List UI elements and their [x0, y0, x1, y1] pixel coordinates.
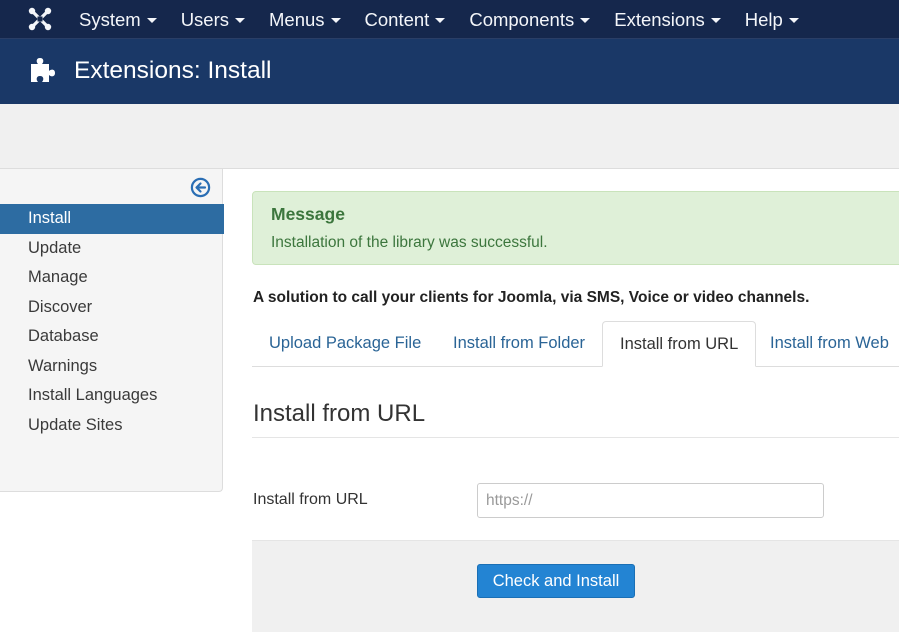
page-title: Extensions: Install [74, 57, 272, 84]
menu-users[interactable]: Users [169, 0, 257, 39]
caret-down-icon [580, 18, 591, 23]
sidebar-item-discover[interactable]: Discover [0, 293, 224, 323]
form-actions: Check and Install [252, 540, 899, 632]
tab-install-from-folder[interactable]: Install from Folder [436, 321, 602, 367]
menu-content[interactable]: Content [353, 0, 458, 39]
alert-message: Installation of the library was successf… [271, 234, 548, 251]
check-and-install-button[interactable]: Check and Install [477, 564, 635, 598]
alert-heading: Message [271, 204, 345, 224]
menu-components[interactable]: Components [457, 0, 602, 39]
menu-menus[interactable]: Menus [257, 0, 353, 39]
sidebar-item-warnings[interactable]: Warnings [0, 352, 224, 382]
sidebar: Install Update Manage Discover Database … [0, 169, 224, 492]
page-header: Extensions: Install [0, 39, 899, 104]
main-menu: System Users Menus Content Components Ex… [67, 0, 811, 39]
menu-label: Users [180, 8, 229, 30]
tab-install-from-web[interactable]: Install from Web [753, 321, 899, 367]
caret-down-icon [435, 18, 446, 23]
caret-down-icon [788, 18, 799, 23]
tab-upload-package-file[interactable]: Upload Package File [252, 321, 438, 367]
extension-description: A solution to call your clients for Joom… [253, 289, 810, 306]
sidebar-item-update[interactable]: Update [0, 234, 224, 264]
menu-label: System [79, 8, 141, 30]
sidebar-item-update-sites[interactable]: Update Sites [0, 411, 224, 441]
sidebar-item-manage[interactable]: Manage [0, 263, 224, 293]
install-url-input[interactable] [477, 483, 824, 518]
url-field-label: Install from URL [253, 491, 368, 508]
panel-title: Install from URL [253, 400, 426, 427]
top-navbar: System Users Menus Content Components Ex… [0, 0, 899, 39]
menu-label: Help [744, 8, 783, 30]
puzzle-piece-icon [29, 54, 57, 84]
menu-help[interactable]: Help [733, 0, 811, 39]
toolbar [0, 104, 899, 169]
menu-system[interactable]: System [67, 0, 169, 39]
sidebar-menu: Install Update Manage Discover Database … [0, 204, 224, 440]
divider [252, 437, 899, 438]
caret-down-icon [146, 18, 157, 23]
caret-down-icon [330, 18, 341, 23]
tab-install-from-url[interactable]: Install from URL [602, 321, 757, 367]
caret-down-icon [235, 18, 245, 23]
menu-label: Extensions [614, 8, 705, 30]
joomla-logo-icon[interactable] [27, 6, 53, 32]
sidebar-item-database[interactable]: Database [0, 322, 224, 352]
menu-label: Menus [269, 8, 325, 30]
menu-extensions[interactable]: Extensions [602, 0, 733, 39]
sidebar-item-install[interactable]: Install [0, 204, 224, 234]
sidebar-item-install-languages[interactable]: Install Languages [0, 381, 224, 411]
caret-down-icon [710, 18, 721, 23]
menu-label: Components [469, 8, 575, 30]
install-tabs: Upload Package File Install from Folder … [252, 321, 899, 367]
arrow-circle-left-icon[interactable] [190, 177, 211, 198]
menu-label: Content [364, 8, 430, 30]
success-alert: Message Installation of the library was … [252, 191, 899, 265]
